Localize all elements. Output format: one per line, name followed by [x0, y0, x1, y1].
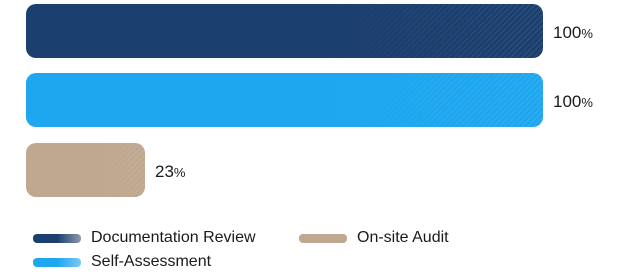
legend-item-self-assessment: Self-Assessment: [33, 252, 211, 272]
value-label-documentation-review: 100%: [553, 23, 593, 44]
value-unit: %: [581, 26, 593, 41]
legend-item-on-site-audit: On-site Audit: [299, 228, 449, 248]
value-number: 23: [155, 162, 174, 181]
bar-chart: 100% 100% 23%: [0, 0, 622, 215]
bar-documentation-review: [26, 4, 543, 58]
bar-self-assessment: [26, 73, 543, 127]
value-number: 100: [553, 23, 582, 42]
legend-item-documentation-review: Documentation Review: [33, 228, 256, 248]
value-label-self-assessment: 100%: [553, 92, 593, 113]
value-unit: %: [581, 95, 593, 110]
legend-label-self-assessment: Self-Assessment: [91, 253, 212, 270]
legend-label-on-site-audit: On-site Audit: [357, 229, 449, 246]
value-label-on-site-audit: 23%: [155, 162, 185, 183]
value-number: 100: [553, 92, 582, 111]
legend-swatch-documentation-review: [33, 233, 81, 243]
legend-swatch-on-site-audit: [299, 233, 347, 243]
legend: Documentation Review On-site Audit Self-…: [33, 228, 593, 272]
bar-on-site-audit: [26, 143, 145, 197]
legend-label-documentation-review: Documentation Review: [91, 229, 256, 246]
legend-swatch-self-assessment: [33, 257, 81, 267]
value-unit: %: [173, 165, 186, 180]
